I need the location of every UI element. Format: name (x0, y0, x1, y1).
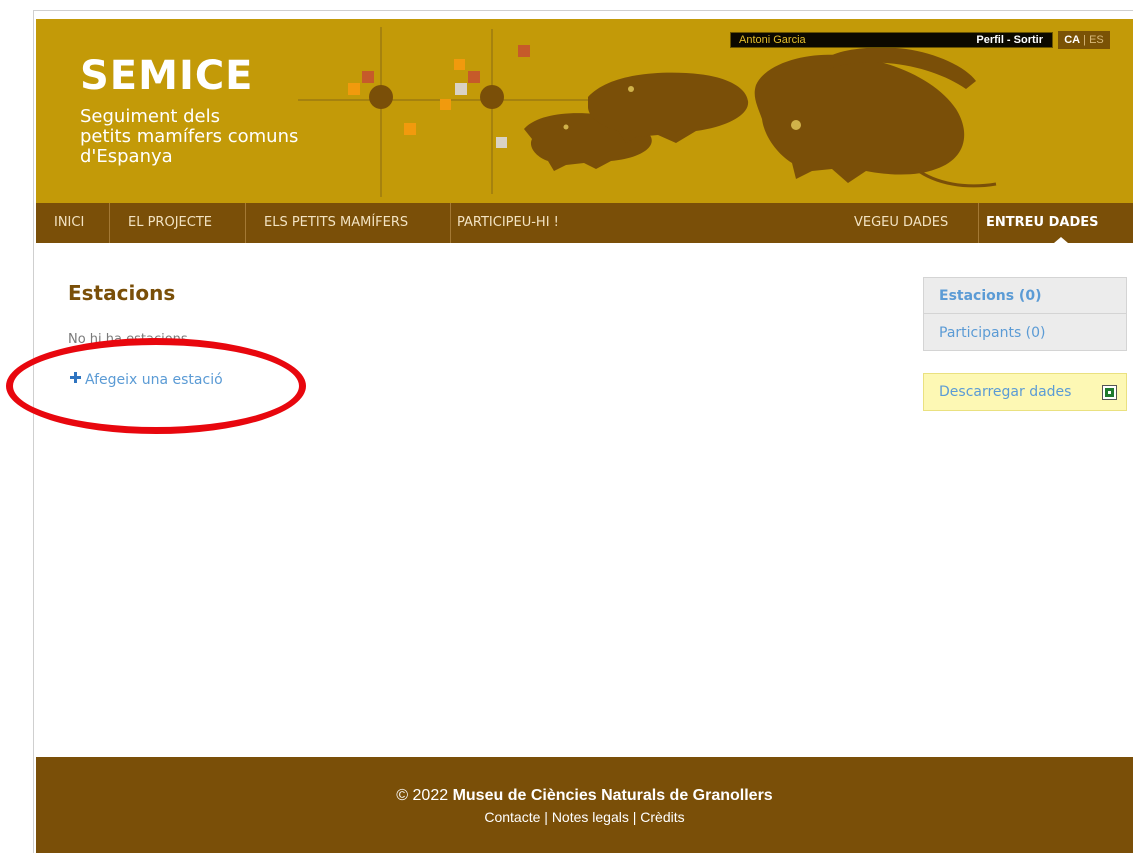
crosshair-dot-left (369, 85, 393, 109)
user-name: Antoni Garcia (739, 34, 806, 46)
download-data-label: Descarregar dades (939, 384, 1072, 400)
nav-item-entreu-dades[interactable]: ENTREU DADES (976, 203, 1109, 243)
spreadsheet-icon (1102, 385, 1117, 400)
nav-item-vegeu-dades[interactable]: VEGEU DADES (844, 203, 958, 243)
nav-item-inici[interactable]: INICI (44, 203, 94, 243)
site-logo-title[interactable]: SEMICE (80, 53, 254, 99)
site-logo-subtitle: Seguiment dels petits mamífers comuns d'… (80, 107, 380, 167)
footer-link-notes-legals[interactable]: Notes legals (552, 809, 629, 825)
profile-link[interactable]: Perfil (976, 34, 1004, 46)
active-nav-caret-icon (1054, 237, 1068, 243)
lang-option-es[interactable]: ES (1089, 34, 1104, 46)
subtitle-line: petits mamífers comuns (80, 126, 299, 147)
sidebar-menu: Estacions (0) Participants (0) (923, 277, 1127, 351)
crosshair-dot-right (480, 85, 504, 109)
sidebar-item-participants[interactable]: Participants (0) (924, 315, 1126, 351)
download-data-button[interactable]: Descarregar dades (923, 373, 1127, 411)
nav-item-participeu-hi[interactable]: PARTICIPEU-HI ! (447, 203, 569, 243)
footer-link-credits[interactable]: Crèdits (640, 809, 684, 825)
footer-copyright: © 2022 Museu de Ciències Naturals de Gra… (36, 787, 1133, 805)
site-header: SEMICE Seguiment dels petits mamífers co… (36, 19, 1133, 203)
subtitle-line: Seguiment dels (80, 106, 221, 127)
nav-item-el-projecte[interactable]: EL PROJECTE (118, 203, 222, 243)
nav-separator (109, 203, 110, 243)
lang-option-ca[interactable]: CA (1064, 34, 1080, 46)
rodent-silhouettes (524, 47, 976, 183)
page-title: Estacions (68, 281, 176, 305)
footer-link-contacte[interactable]: Contacte (484, 809, 540, 825)
page-frame-left (33, 10, 34, 853)
link-separator: - (1003, 34, 1014, 46)
annotation-highlight-ellipse (6, 338, 306, 434)
language-switcher: CA | ES (1058, 31, 1110, 49)
lang-separator: | (1080, 34, 1090, 46)
nav-separator (245, 203, 246, 243)
subtitle-line: d'Espanya (80, 146, 173, 167)
footer-organization: Museu de Ciències Naturals de Granollers (452, 787, 773, 804)
footer-link-separator: | (628, 809, 641, 825)
page-frame-top (33, 10, 1133, 11)
copyright-prefix: © 2022 (396, 787, 449, 804)
nav-item-els-petits-mamifers[interactable]: ELS PETITS MAMÍFERS (254, 203, 418, 243)
user-bar: Antoni Garcia Perfil - Sortir (730, 32, 1053, 48)
user-links: Perfil - Sortir (976, 34, 1043, 46)
footer-link-separator: | (540, 809, 552, 825)
sidebar-item-estacions[interactable]: Estacions (0) (924, 278, 1126, 314)
logout-link[interactable]: Sortir (1014, 34, 1043, 46)
footer-links: Contacte | Notes legals | Crèdits (36, 809, 1133, 825)
main-nav: INICI EL PROJECTE ELS PETITS MAMÍFERS PA… (36, 203, 1133, 243)
site-footer: © 2022 Museu de Ciències Naturals de Gra… (36, 757, 1133, 853)
